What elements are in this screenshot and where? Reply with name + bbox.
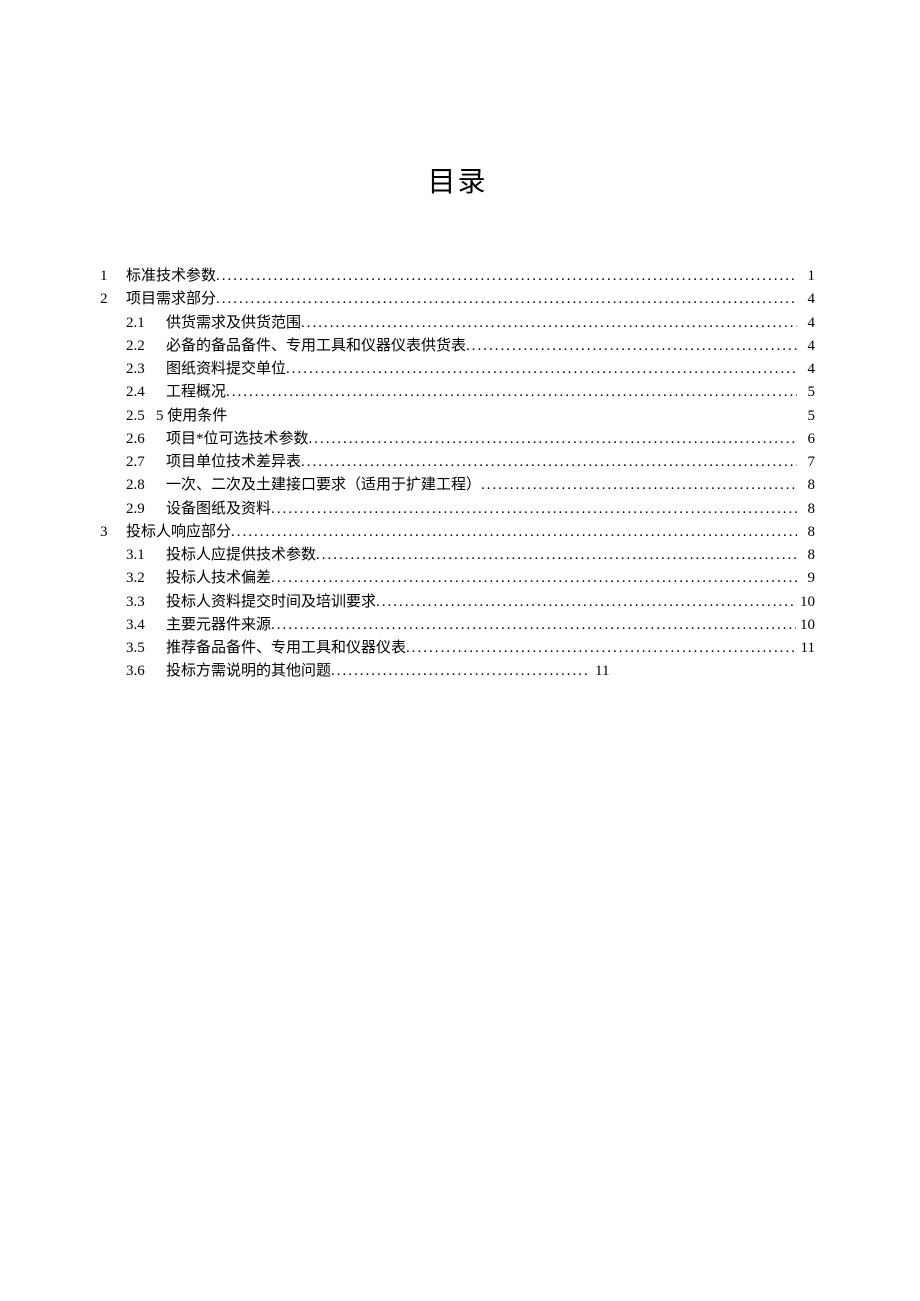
toc-entry: 3.3投标人资料提交时间及培训要求 10 xyxy=(100,591,815,614)
toc-entry: 2.4工程概况 5 xyxy=(100,381,815,404)
toc-entry-page: 8 xyxy=(797,521,815,544)
toc-entry-label: 投标人响应部分 xyxy=(126,521,231,544)
toc-entry-page: 6 xyxy=(797,428,815,451)
toc-entry-page: 11 xyxy=(797,637,815,660)
toc-entry-number: 2 xyxy=(100,288,126,311)
toc-entry-label: 标准技术参数 xyxy=(126,265,216,288)
toc-dots xyxy=(216,265,797,288)
toc-dots xyxy=(481,474,797,497)
toc-entry-page: 8 xyxy=(797,498,815,521)
toc-entry: 3.6投标方需说明的其他问题 11 xyxy=(100,660,815,683)
toc-entry-page: 10 xyxy=(796,591,815,614)
toc-entry-number: 2.7 xyxy=(126,451,166,474)
toc-entry: 3.5推荐备品备件、专用工具和仪器仪表 11 xyxy=(100,637,815,660)
toc-entry-number: 3.3 xyxy=(126,591,166,614)
toc-entry-label: 主要元器件来源 xyxy=(166,614,271,637)
toc-entry-label: 5 使用条件 xyxy=(156,405,227,428)
toc-entry-label: 供货需求及供货范围 xyxy=(166,312,301,335)
toc-entry-label: 投标人技术偏差 xyxy=(166,567,271,590)
toc-entry-page: 9 xyxy=(797,567,815,590)
toc-entry-number: 3.1 xyxy=(126,544,166,567)
toc-entry-page: 1 xyxy=(797,265,815,288)
toc-entry: 3.2投标人技术偏差 9 xyxy=(100,567,815,590)
toc-entry-number: 2.9 xyxy=(126,498,166,521)
toc-entry-page: 5 xyxy=(797,381,815,404)
toc-entry-number: 2.2 xyxy=(126,335,166,358)
toc-entry-number: 1 xyxy=(100,265,126,288)
toc-entry-label: 图纸资料提交单位 xyxy=(166,358,286,381)
toc-dots xyxy=(226,381,797,404)
toc-entry: 3投标人响应部分 8 xyxy=(100,521,815,544)
toc-entry: 2.3图纸资料提交单位 4 xyxy=(100,358,815,381)
toc-entry-label: 投标方需说明的其他问题 xyxy=(166,660,331,683)
toc-entry-page: 10 xyxy=(796,614,815,637)
toc-dots xyxy=(271,614,796,637)
toc-dots xyxy=(301,312,797,335)
toc-title: 目录 xyxy=(100,160,815,200)
table-of-contents: 1标准技术参数12项目需求部分42.1供货需求及供货范围42.2必备的备品备件、… xyxy=(100,265,815,684)
toc-entry: 2.7项目单位技术差异表 7 xyxy=(100,451,815,474)
toc-entry-number: 2.3 xyxy=(126,358,166,381)
toc-dots xyxy=(271,567,797,590)
toc-entry-page: 4 xyxy=(797,358,815,381)
toc-entry-label: 设备图纸及资料 xyxy=(166,498,271,521)
toc-entry: 3.1投标人应提供技术参数 8 xyxy=(100,544,815,567)
toc-entry-number: 3 xyxy=(100,521,126,544)
toc-dots xyxy=(316,544,797,567)
toc-entry: 2.2必备的备品备件、专用工具和仪器仪表供货表 4 xyxy=(100,335,815,358)
toc-entry-page: 8 xyxy=(797,544,815,567)
toc-entry-number: 2.4 xyxy=(126,381,166,404)
toc-dots xyxy=(231,521,797,544)
toc-entry-label: 必备的备品备件、专用工具和仪器仪表供货表 xyxy=(166,335,466,358)
toc-entry-label: 项目单位技术差异表 xyxy=(166,451,301,474)
toc-entry-label: 投标人资料提交时间及培训要求 xyxy=(166,591,376,614)
toc-entry: 3.4主要元器件来源 10 xyxy=(100,614,815,637)
toc-dots xyxy=(271,498,797,521)
toc-entry-label: 投标人应提供技术参数 xyxy=(166,544,316,567)
toc-entry: 2.55 使用条件 5 xyxy=(100,405,815,428)
toc-entry-page: 5 xyxy=(797,405,815,428)
toc-entry-page: 8 xyxy=(797,474,815,497)
toc-entry-number: 3.2 xyxy=(126,567,166,590)
toc-dots xyxy=(376,591,796,614)
toc-entry: 2项目需求部分 4 xyxy=(100,288,815,311)
toc-entry-page: 4 xyxy=(797,335,815,358)
toc-entry: 2.1供货需求及供货范围 4 xyxy=(100,312,815,335)
toc-dots xyxy=(286,358,797,381)
toc-entry-number: 2.5 xyxy=(126,405,156,428)
toc-entry-number: 3.6 xyxy=(126,660,166,683)
toc-entry-number: 2.1 xyxy=(126,312,166,335)
toc-entry-label: 项目*位可选技术参数 xyxy=(166,428,309,451)
toc-entry-label: 项目需求部分 xyxy=(126,288,216,311)
toc-entry-label: 工程概况 xyxy=(166,381,226,404)
toc-entry-label: 推荐备品备件、专用工具和仪器仪表 xyxy=(166,637,406,660)
toc-entry: 2.8一次、二次及土建接口要求（适用于扩建工程） 8 xyxy=(100,474,815,497)
toc-entry-page: 4 xyxy=(797,288,815,311)
toc-entry: 1标准技术参数1 xyxy=(100,265,815,288)
toc-dots xyxy=(309,428,797,451)
toc-entry-number: 2.6 xyxy=(126,428,166,451)
toc-entry: 2.6项目*位可选技术参数 6 xyxy=(100,428,815,451)
toc-entry-label: 一次、二次及土建接口要求（适用于扩建工程） xyxy=(166,474,481,497)
toc-dots xyxy=(406,637,797,660)
toc-entry-number: 3.5 xyxy=(126,637,166,660)
toc-dots xyxy=(331,660,591,683)
toc-dots xyxy=(301,451,797,474)
toc-entry-page: 7 xyxy=(797,451,815,474)
toc-entry-page: 11 xyxy=(591,660,609,683)
toc-entry-page: 4 xyxy=(797,312,815,335)
toc-entry-number: 3.4 xyxy=(126,614,166,637)
toc-entry-number: 2.8 xyxy=(126,474,166,497)
toc-dots xyxy=(216,288,797,311)
toc-entry: 2.9设备图纸及资料 8 xyxy=(100,498,815,521)
toc-dots xyxy=(466,335,797,358)
